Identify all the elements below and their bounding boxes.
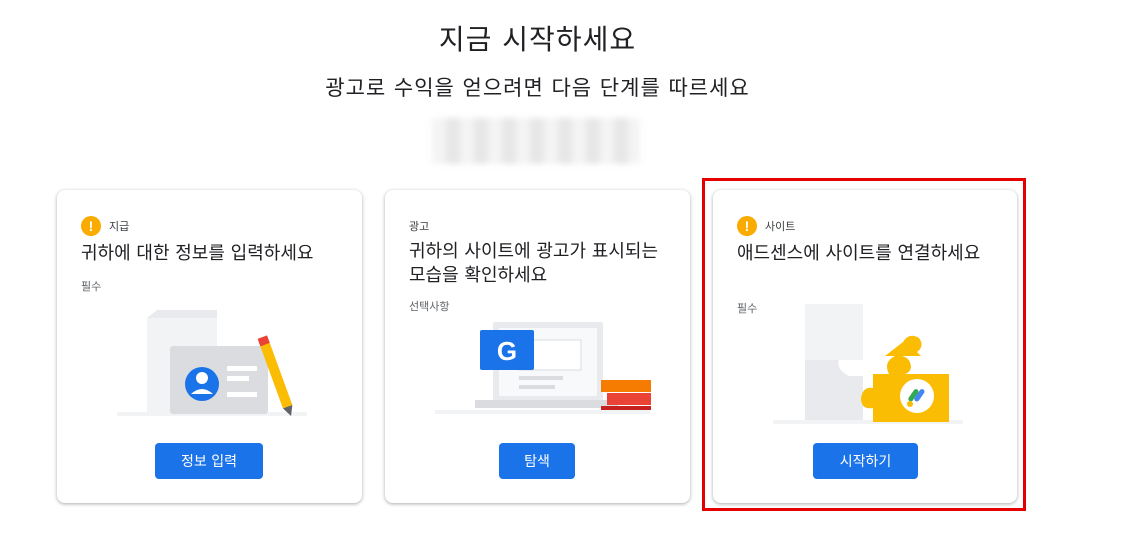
ads-preview-card: 광고 귀하의 사이트에 광고가 표시되는 모습을 확인하세요 선택사항 G 탐색 [385, 190, 690, 503]
card-title: 귀하의 사이트에 광고가 표시되는 모습을 확인하세요 [409, 241, 659, 286]
page-title: 지금 시작하세요 [438, 23, 637, 56]
card-category-label: 지급 [109, 220, 130, 233]
site-preview-illustration: G [435, 322, 651, 414]
payment-info-card: ! 지급 귀하에 대한 정보를 입력하세요 필수 정보 입력 [57, 190, 362, 503]
card-category: ! 지급 [81, 216, 129, 236]
redacted-site-name [432, 118, 640, 164]
enter-info-button[interactable]: 정보 입력 [155, 443, 263, 479]
page-subtitle: 광고로 수익을 얻으려면 다음 단계를 따르세요 [325, 76, 750, 100]
id-card-illustration [117, 310, 307, 417]
card-requirement: 필수 [81, 280, 102, 293]
highlight-box [702, 178, 1026, 511]
card-title: 귀하에 대한 정보를 입력하세요 [81, 243, 314, 264]
warning-icon: ! [81, 216, 101, 236]
google-g-icon: G [497, 336, 517, 366]
card-category: 광고 [409, 218, 429, 234]
card-category-label: 광고 [409, 220, 430, 233]
explore-button[interactable]: 탐색 [499, 443, 575, 479]
